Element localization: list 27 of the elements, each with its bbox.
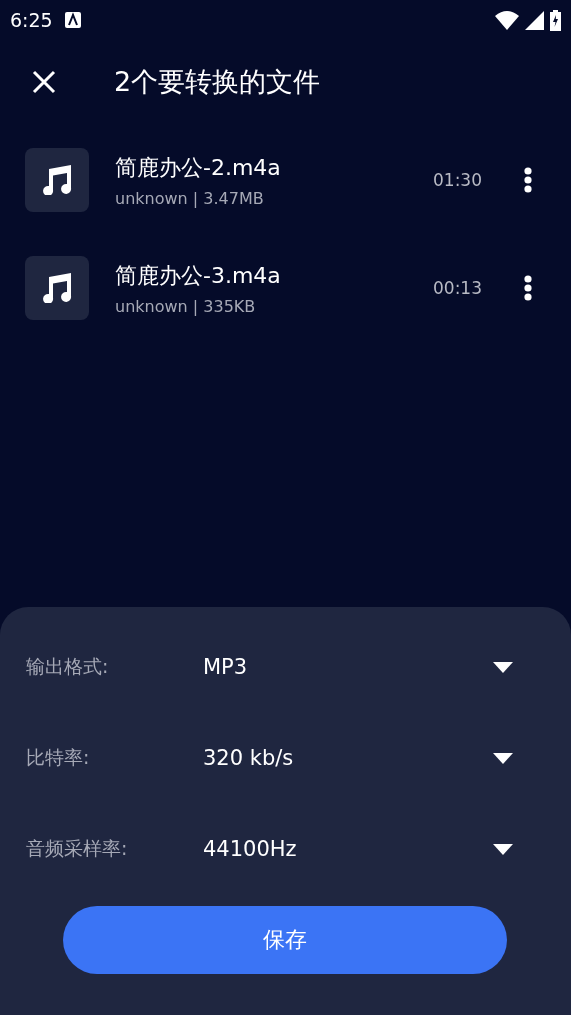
file-details: unknown | 335KB [115,296,257,316]
setting-label: 输出格式: [26,654,110,679]
music-note-icon [41,165,73,195]
save-button[interactable]: 保存 [63,906,507,974]
setting-dropdown[interactable]: 44100Hz [203,837,513,861]
dropdown-arrow-icon [493,752,513,764]
setting-label: 音频采样率: [26,836,129,861]
file-name: 简鹿办公-3.m4a [115,261,282,290]
close-icon [32,70,56,94]
dropdown-arrow-icon [493,661,513,673]
dropdown-arrow-icon [493,843,513,855]
file-details: unknown | 3.47MB [115,188,265,208]
more-icon [524,167,532,193]
setting-dropdown[interactable]: 320 kb/s [203,746,513,770]
battery-icon [550,9,561,31]
file-duration: 01:30 [433,170,482,190]
setting-label: 比特率: [26,745,91,770]
music-note-icon [41,273,73,303]
setting-dropdown[interactable]: MP3 [203,655,513,679]
notification-icon [64,12,81,28]
file-name: 简鹿办公-2.m4a [115,153,282,182]
more-icon [524,275,532,301]
signal-icon [525,10,544,30]
page-title: 2个要转换的文件 [114,65,321,99]
file-duration: 00:13 [433,278,482,298]
status-time: 6:25 [10,9,53,31]
wifi-icon [495,10,519,30]
